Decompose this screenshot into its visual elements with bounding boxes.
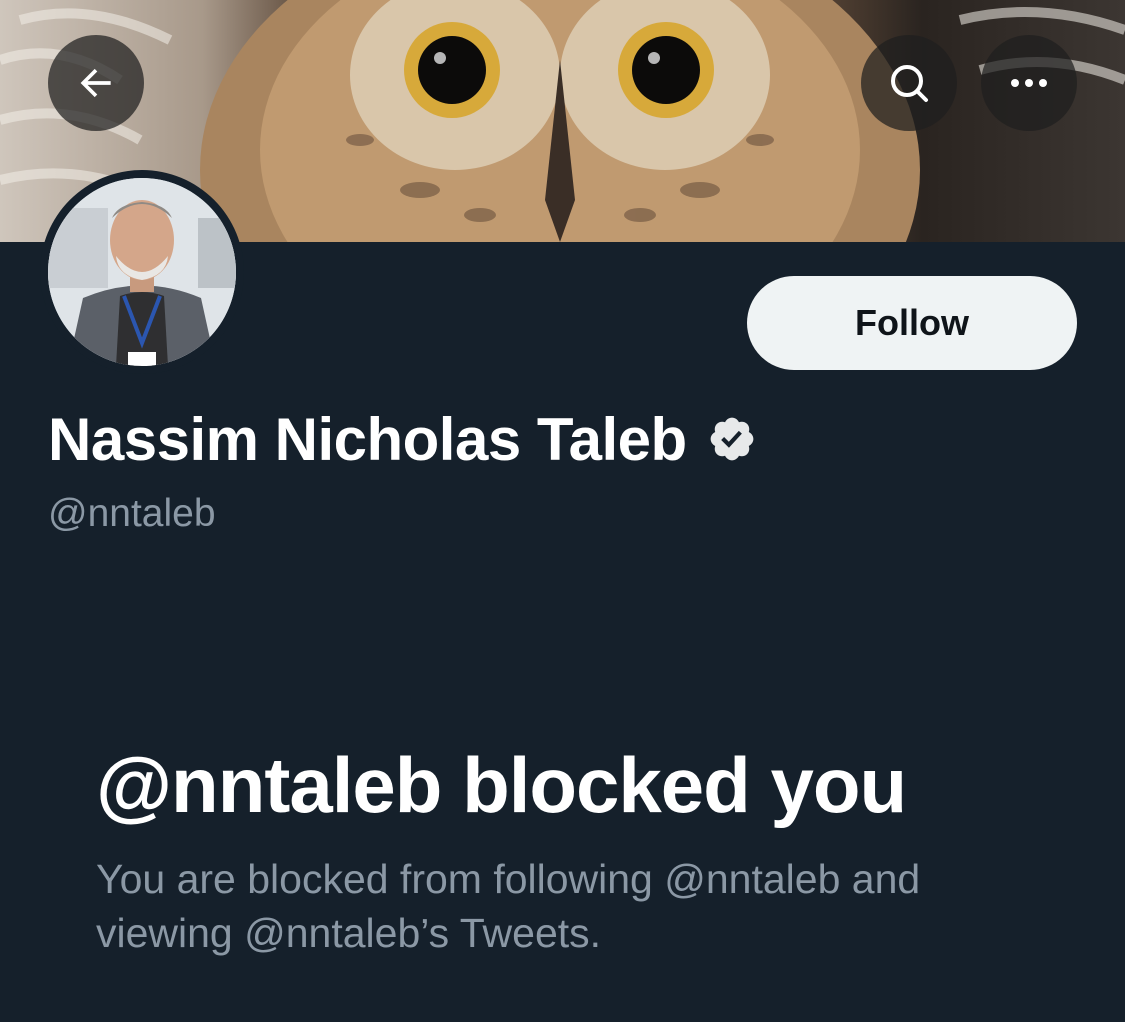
arrow-left-icon <box>80 68 111 98</box>
avatar[interactable] <box>48 178 236 366</box>
profile-avatar-ring <box>40 170 244 374</box>
profile-name-row: Nassim Nicholas Taleb <box>48 404 757 474</box>
search-icon <box>891 65 928 102</box>
back-button[interactable] <box>48 35 144 131</box>
follow-button[interactable]: Follow <box>747 276 1077 370</box>
profile-handle: @nntaleb <box>48 492 216 535</box>
blocked-title: @nntaleb blocked you <box>96 741 907 829</box>
verified-badge-icon[interactable] <box>707 414 757 464</box>
profile-display-name: Nassim Nicholas Taleb <box>48 405 687 473</box>
search-button[interactable] <box>861 35 957 131</box>
more-options-button[interactable] <box>981 35 1077 131</box>
avatar-photo <box>48 178 236 366</box>
blocked-description: You are blocked from following @nntaleb … <box>96 856 921 956</box>
more-horizontal-icon <box>1011 79 1047 87</box>
